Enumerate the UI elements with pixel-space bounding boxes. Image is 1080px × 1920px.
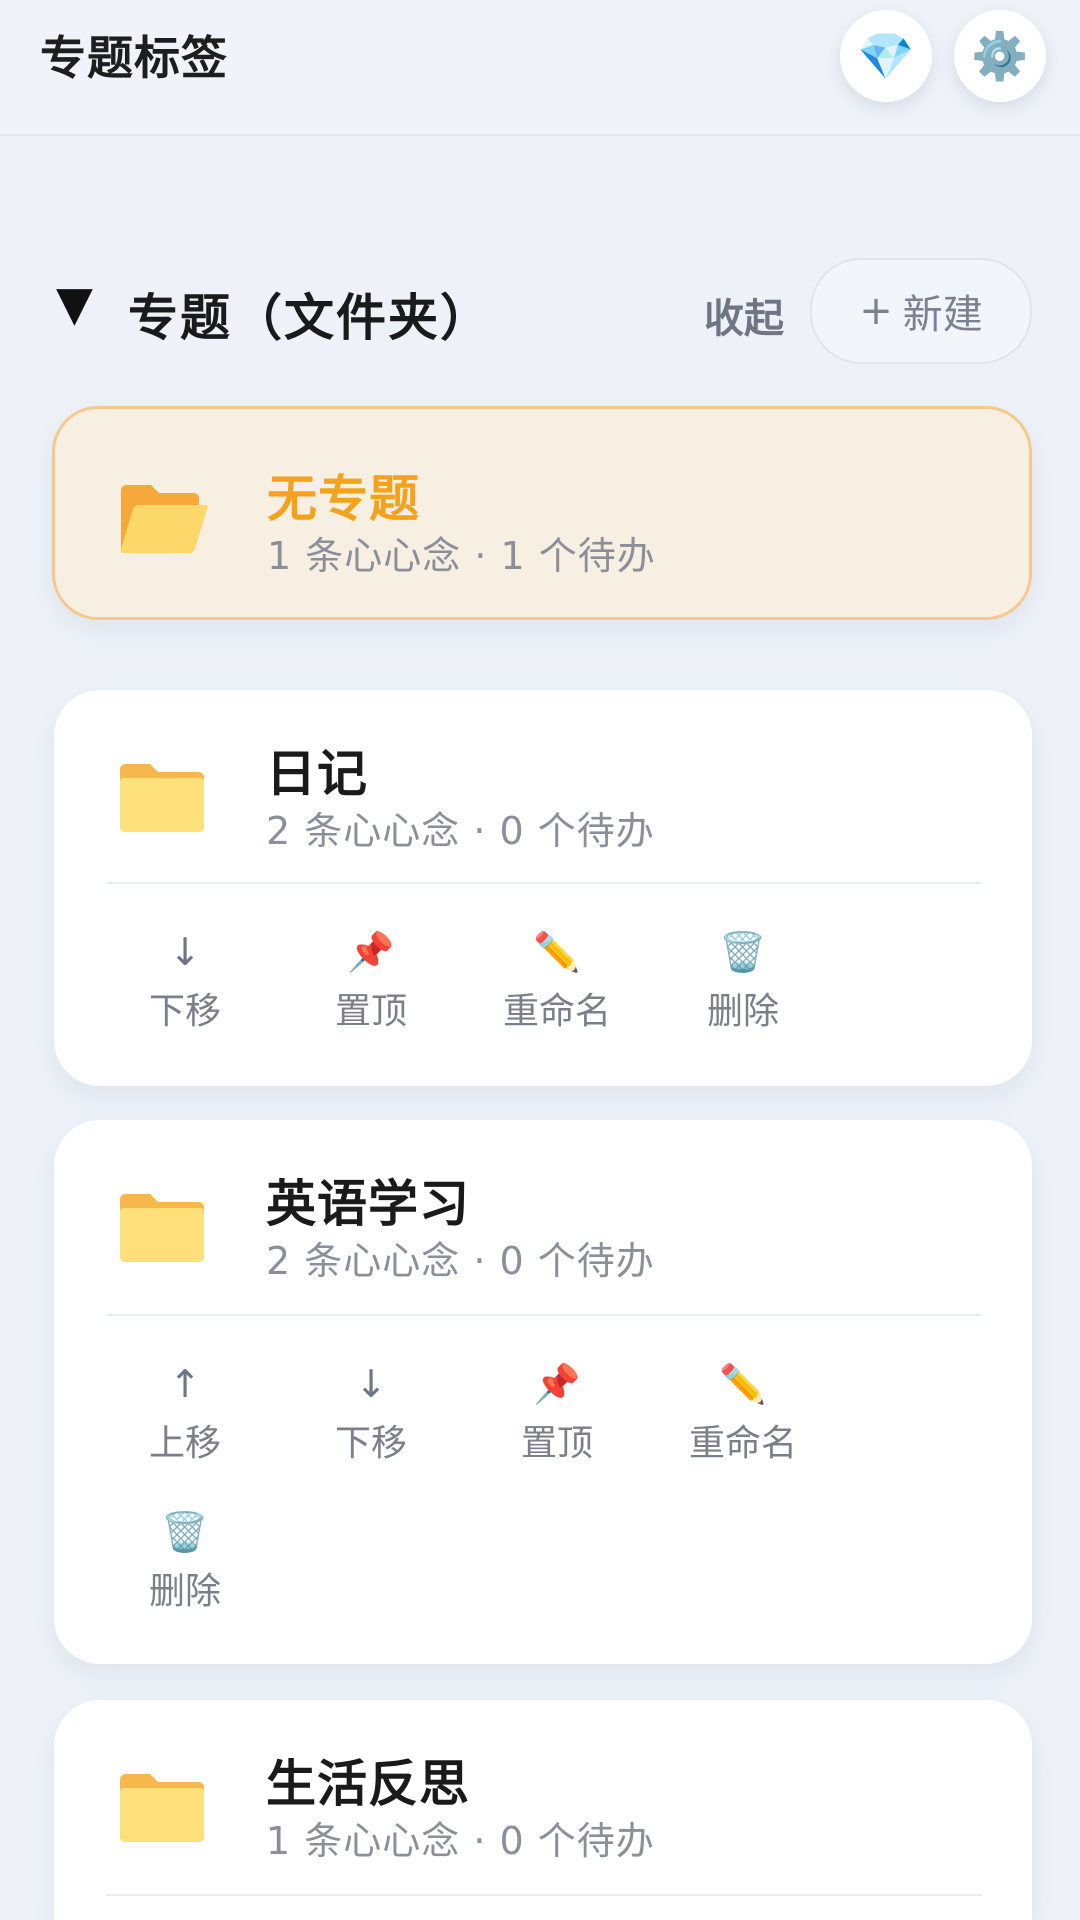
caret-down-icon[interactable]: ▼ <box>56 276 93 332</box>
section-header: ▼ 专题（文件夹） 收起 + 新建 <box>56 258 1032 364</box>
delete-button[interactable]: 🗑️ 删除 <box>100 1506 270 1616</box>
section-title: 专题（文件夹） <box>128 289 492 347</box>
pencil-icon: ✏️ <box>533 930 581 974</box>
trash-icon: 🗑️ <box>719 930 767 974</box>
topic-meta: 1 条心心念 · 0 个待办 <box>266 1819 655 1863</box>
action-label: 重命名 <box>688 1423 797 1464</box>
new-topic-label: 新建 <box>902 292 983 338</box>
action-label: 删除 <box>148 1571 221 1612</box>
topic-card-life[interactable]: 生活反思 1 条心心念 · 0 个待办 <box>54 1700 1032 1920</box>
gem-button[interactable]: 💎 <box>840 10 932 102</box>
topic-name: 日记 <box>266 745 368 803</box>
trash-icon: 🗑️ <box>161 1510 209 1554</box>
move-down-button[interactable]: ↓ 下移 <box>286 1358 456 1468</box>
new-topic-button[interactable]: + 新建 <box>810 258 1032 364</box>
plus-icon: + <box>859 288 893 334</box>
move-down-button[interactable]: ↓ 下移 <box>100 926 270 1036</box>
topic-meta: 1 条心心念 · 1 个待办 <box>267 534 656 578</box>
pushpin-icon: 📌 <box>533 1362 581 1406</box>
divider <box>106 882 982 884</box>
divider <box>106 1894 982 1896</box>
delete-button[interactable]: 🗑️ 删除 <box>658 926 828 1036</box>
collapse-button[interactable]: 收起 <box>704 286 784 344</box>
page-title: 专题标签 <box>40 31 228 85</box>
topic-name: 生活反思 <box>266 1755 470 1813</box>
topic-card-none[interactable]: 无专题 1 条心心念 · 1 个待办 <box>52 406 1032 620</box>
topic-meta: 2 条心心念 · 0 个待办 <box>266 1239 655 1283</box>
action-label: 置顶 <box>520 1423 593 1464</box>
topic-name: 无专题 <box>267 470 420 528</box>
top-bar: 专题标签 💎 ⚙️ <box>0 0 1080 136</box>
action-label: 重命名 <box>502 991 611 1032</box>
divider <box>106 1314 982 1316</box>
action-label: 上移 <box>148 1423 221 1464</box>
rename-button[interactable]: ✏️ 重命名 <box>472 926 642 1036</box>
pin-top-button[interactable]: 📌 置顶 <box>286 926 456 1036</box>
folder-icon <box>116 1186 208 1266</box>
open-folder-icon <box>117 477 209 557</box>
pushpin-icon: 📌 <box>347 930 395 974</box>
settings-button[interactable]: ⚙️ <box>954 10 1046 102</box>
pin-top-button[interactable]: 📌 置顶 <box>472 1358 642 1468</box>
action-label: 置顶 <box>334 991 407 1032</box>
arrow-down-icon: ↓ <box>355 1362 387 1406</box>
rename-button[interactable]: ✏️ 重命名 <box>658 1358 828 1468</box>
arrow-down-icon: ↓ <box>169 930 201 974</box>
action-label: 下移 <box>334 1423 407 1464</box>
topic-name: 英语学习 <box>266 1175 470 1233</box>
topic-meta: 2 条心心念 · 0 个待办 <box>266 809 655 853</box>
action-label: 删除 <box>706 991 779 1032</box>
topic-card-diary[interactable]: 日记 2 条心心念 · 0 个待办 ↓ 下移 📌 置顶 ✏️ 重命名 🗑️ 删除 <box>54 690 1032 1086</box>
folder-icon <box>116 1766 208 1846</box>
arrow-up-icon: ↑ <box>169 1362 201 1406</box>
folder-icon <box>116 756 208 836</box>
pencil-icon: ✏️ <box>719 1362 767 1406</box>
gear-icon: ⚙️ <box>971 28 1029 83</box>
move-up-button[interactable]: ↑ 上移 <box>100 1358 270 1468</box>
action-label: 下移 <box>148 991 221 1032</box>
gem-icon: 💎 <box>857 28 915 83</box>
topic-card-english[interactable]: 英语学习 2 条心心念 · 0 个待办 ↑ 上移 ↓ 下移 📌 置顶 ✏️ 重命… <box>54 1120 1032 1664</box>
